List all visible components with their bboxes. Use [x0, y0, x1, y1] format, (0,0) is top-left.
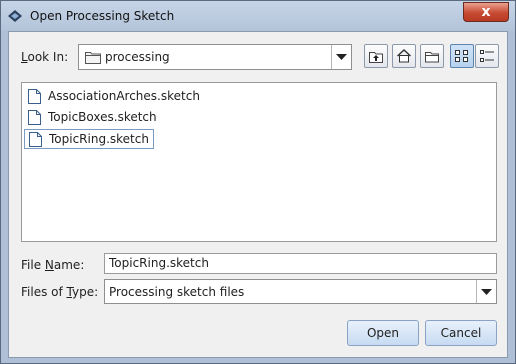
list-view-button[interactable]	[450, 44, 474, 68]
filetype-label: Files of Type:	[21, 285, 99, 299]
file-list[interactable]: AssociationArches.sketch TopicBoxes.sketc…	[21, 82, 497, 242]
open-button[interactable]: Open	[347, 320, 419, 346]
file-list-item[interactable]: AssociationArches.sketch	[24, 87, 204, 107]
new-folder-button[interactable]	[420, 44, 444, 68]
filetype-dropdown-button[interactable]	[476, 280, 496, 303]
title-bar[interactable]: Open Processing Sketch x	[1, 1, 515, 31]
close-button[interactable]: x	[463, 2, 509, 22]
lookin-value: processing	[105, 50, 170, 64]
lookin-dropdown-button[interactable]	[331, 45, 351, 69]
file-name-label: TopicBoxes.sketch	[48, 110, 157, 124]
app-icon	[8, 10, 22, 22]
filename-label: File Name:	[21, 258, 85, 272]
file-list-item[interactable]: TopicRing.sketch	[24, 129, 154, 149]
lookin-combo[interactable]: processing	[78, 44, 352, 70]
file-list-item[interactable]: TopicBoxes.sketch	[24, 108, 161, 128]
up-folder-icon	[369, 52, 383, 63]
chevron-down-icon	[481, 288, 492, 295]
up-folder-button[interactable]	[364, 44, 388, 68]
details-view-button[interactable]	[475, 44, 499, 68]
dialog-body: Look In: processing AssociationArches.sk…	[8, 31, 508, 358]
document-icon	[29, 132, 42, 152]
filetype-value: Processing sketch files	[109, 285, 245, 299]
lookin-label: Look In:	[21, 50, 69, 64]
cancel-button[interactable]: Cancel	[425, 320, 497, 346]
document-icon	[28, 110, 41, 130]
document-icon	[28, 89, 41, 109]
home-button[interactable]	[392, 44, 416, 68]
new-folder-icon	[425, 52, 439, 63]
details-view-icon	[480, 50, 494, 62]
filename-input[interactable]: TopicRing.sketch	[104, 253, 497, 274]
file-name-label: TopicRing.sketch	[49, 132, 149, 146]
file-name-label: AssociationArches.sketch	[48, 89, 200, 103]
folder-icon	[85, 52, 101, 64]
open-dialog-window: Open Processing Sketch x Look In: proces…	[0, 0, 516, 364]
filetype-combo[interactable]: Processing sketch files	[104, 279, 497, 304]
window-title: Open Processing Sketch	[30, 9, 175, 23]
list-view-icon	[455, 50, 468, 62]
home-icon	[397, 49, 411, 63]
close-icon: x	[481, 4, 491, 20]
chevron-down-icon	[336, 54, 347, 60]
